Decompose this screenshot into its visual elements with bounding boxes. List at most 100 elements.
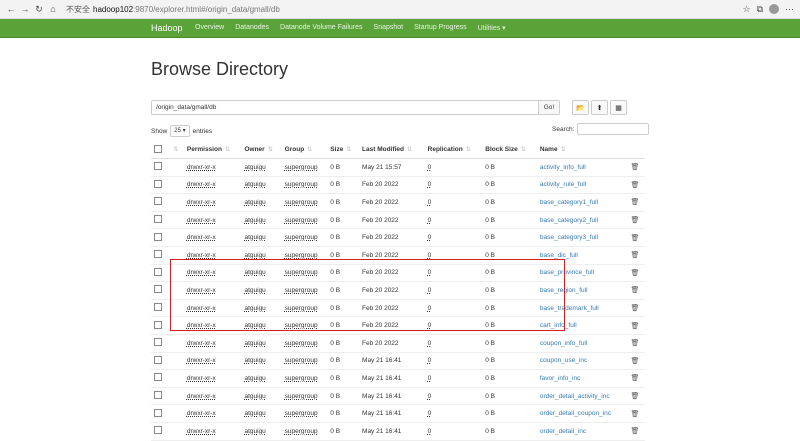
row-select-cell[interactable]: [151, 211, 168, 230]
avatar[interactable]: [769, 3, 779, 14]
owner-cell[interactable]: atguigu: [241, 228, 282, 247]
row-select-cell[interactable]: [151, 158, 168, 177]
go-button[interactable]: Go!: [538, 101, 559, 114]
permission-cell[interactable]: drwxr-xr-x: [183, 352, 242, 371]
name-link[interactable]: base_category3_full: [536, 228, 628, 247]
name-link[interactable]: activity_info_full: [536, 158, 628, 177]
replication-cell[interactable]: 0: [424, 281, 483, 300]
owner-cell[interactable]: atguigu: [241, 211, 282, 230]
replication-cell[interactable]: 0: [424, 352, 483, 371]
delete-cell[interactable]: 🗑: [627, 158, 645, 177]
entries-select[interactable]: 25 ▾: [170, 125, 190, 137]
group-cell[interactable]: supergroup: [281, 211, 328, 230]
owner-cell[interactable]: atguigu: [241, 264, 282, 283]
nav-link[interactable]: Utilities ▾: [478, 24, 506, 32]
group-cell[interactable]: supergroup: [281, 193, 328, 212]
select-all-checkbox[interactable]: [154, 144, 162, 153]
owner-cell[interactable]: atguigu: [241, 352, 282, 371]
group-cell[interactable]: supergroup: [281, 176, 328, 195]
menu-icon[interactable]: ⋯: [785, 4, 794, 15]
name-link[interactable]: order_detail_inc: [536, 422, 628, 441]
reload-icon[interactable]: ↻: [32, 4, 46, 15]
replication-cell[interactable]: 0: [424, 316, 483, 335]
owner-cell[interactable]: atguigu: [241, 387, 282, 406]
col-replication[interactable]: Replication ⇅: [424, 141, 483, 159]
group-cell[interactable]: supergroup: [281, 264, 328, 283]
home-icon[interactable]: ⌂: [46, 4, 60, 14]
col-block-size[interactable]: Block Size ⇅: [482, 141, 537, 159]
permission-cell[interactable]: drwxr-xr-x: [183, 422, 242, 441]
row-checkbox[interactable]: [154, 162, 162, 171]
delete-cell[interactable]: 🗑: [627, 176, 645, 195]
row-select-cell[interactable]: [151, 334, 168, 353]
owner-cell[interactable]: atguigu: [241, 158, 282, 177]
row-checkbox[interactable]: [154, 232, 162, 241]
trash-icon[interactable]: 🗑: [630, 270, 639, 277]
owner-cell[interactable]: atguigu: [241, 316, 282, 335]
name-link[interactable]: order_detail_activity_inc: [536, 387, 628, 406]
trash-icon[interactable]: 🗑: [630, 235, 639, 242]
nav-link[interactable]: Snapshot: [374, 24, 404, 32]
group-cell[interactable]: supergroup: [281, 281, 328, 300]
address-bar[interactable]: 不安全 hadoop102:9870/explorer.html#/origin…: [66, 2, 742, 16]
name-link[interactable]: coupon_info_full: [536, 334, 628, 353]
trash-icon[interactable]: 🗑: [630, 252, 639, 259]
table-icon[interactable]: ▦: [610, 100, 627, 115]
permission-cell[interactable]: drwxr-xr-x: [183, 281, 242, 300]
trash-icon[interactable]: 🗑: [630, 323, 639, 330]
col-permission[interactable]: Permission ⇅: [183, 141, 242, 159]
delete-cell[interactable]: 🗑: [627, 228, 645, 247]
replication-cell[interactable]: 0: [424, 369, 483, 388]
delete-cell[interactable]: 🗑: [627, 299, 645, 318]
nav-link[interactable]: Startup Progress: [414, 24, 467, 32]
col-last-modified[interactable]: Last Modified ⇅: [359, 141, 425, 159]
row-checkbox[interactable]: [154, 320, 162, 329]
replication-cell[interactable]: 0: [424, 334, 483, 353]
row-checkbox[interactable]: [154, 355, 162, 364]
replication-cell[interactable]: 0: [424, 299, 483, 318]
trash-icon[interactable]: 🗑: [630, 305, 639, 312]
row-checkbox[interactable]: [154, 338, 162, 347]
name-link[interactable]: favor_info_inc: [536, 369, 628, 388]
replication-cell[interactable]: 0: [424, 264, 483, 283]
delete-cell[interactable]: 🗑: [627, 334, 645, 353]
name-link[interactable]: base_trademark_full: [536, 299, 628, 318]
row-select-cell[interactable]: [151, 387, 168, 406]
row-select-cell[interactable]: [151, 193, 168, 212]
upload-icon[interactable]: ⬆: [591, 100, 608, 115]
trash-icon[interactable]: 🗑: [630, 358, 639, 365]
trash-icon[interactable]: 🗑: [630, 199, 639, 206]
row-select-cell[interactable]: [151, 246, 168, 265]
permission-cell[interactable]: drwxr-xr-x: [183, 246, 242, 265]
name-link[interactable]: activity_rule_full: [536, 176, 628, 195]
name-link[interactable]: cart_info_full: [536, 316, 628, 335]
trash-icon[interactable]: 🗑: [630, 375, 639, 382]
extensions-icon[interactable]: ⧉: [757, 4, 763, 15]
row-checkbox[interactable]: [154, 408, 162, 417]
row-select-cell[interactable]: [151, 422, 168, 441]
trash-icon[interactable]: 🗑: [630, 164, 639, 171]
owner-cell[interactable]: atguigu: [241, 334, 282, 353]
delete-cell[interactable]: 🗑: [627, 352, 645, 371]
group-cell[interactable]: supergroup: [281, 228, 328, 247]
owner-cell[interactable]: atguigu: [241, 246, 282, 265]
replication-cell[interactable]: 0: [424, 228, 483, 247]
trash-icon[interactable]: 🗑: [630, 340, 639, 347]
permission-cell[interactable]: drwxr-xr-x: [183, 334, 242, 353]
name-link[interactable]: coupon_use_inc: [536, 352, 628, 371]
select-all-header[interactable]: [151, 141, 168, 159]
delete-cell[interactable]: 🗑: [627, 387, 645, 406]
row-select-cell[interactable]: [151, 369, 168, 388]
row-select-cell[interactable]: [151, 352, 168, 371]
nav-link[interactable]: Datanode Volume Failures: [280, 24, 363, 32]
permission-cell[interactable]: drwxr-xr-x: [183, 176, 242, 195]
row-select-cell[interactable]: [151, 404, 168, 423]
row-checkbox[interactable]: [154, 179, 162, 188]
permission-cell[interactable]: drwxr-xr-x: [183, 316, 242, 335]
delete-cell[interactable]: 🗑: [627, 404, 645, 423]
row-checkbox[interactable]: [154, 197, 162, 206]
nav-link[interactable]: Datanodes: [235, 24, 269, 32]
trash-icon[interactable]: 🗑: [630, 428, 639, 435]
replication-cell[interactable]: 0: [424, 193, 483, 212]
replication-cell[interactable]: 0: [424, 158, 483, 177]
